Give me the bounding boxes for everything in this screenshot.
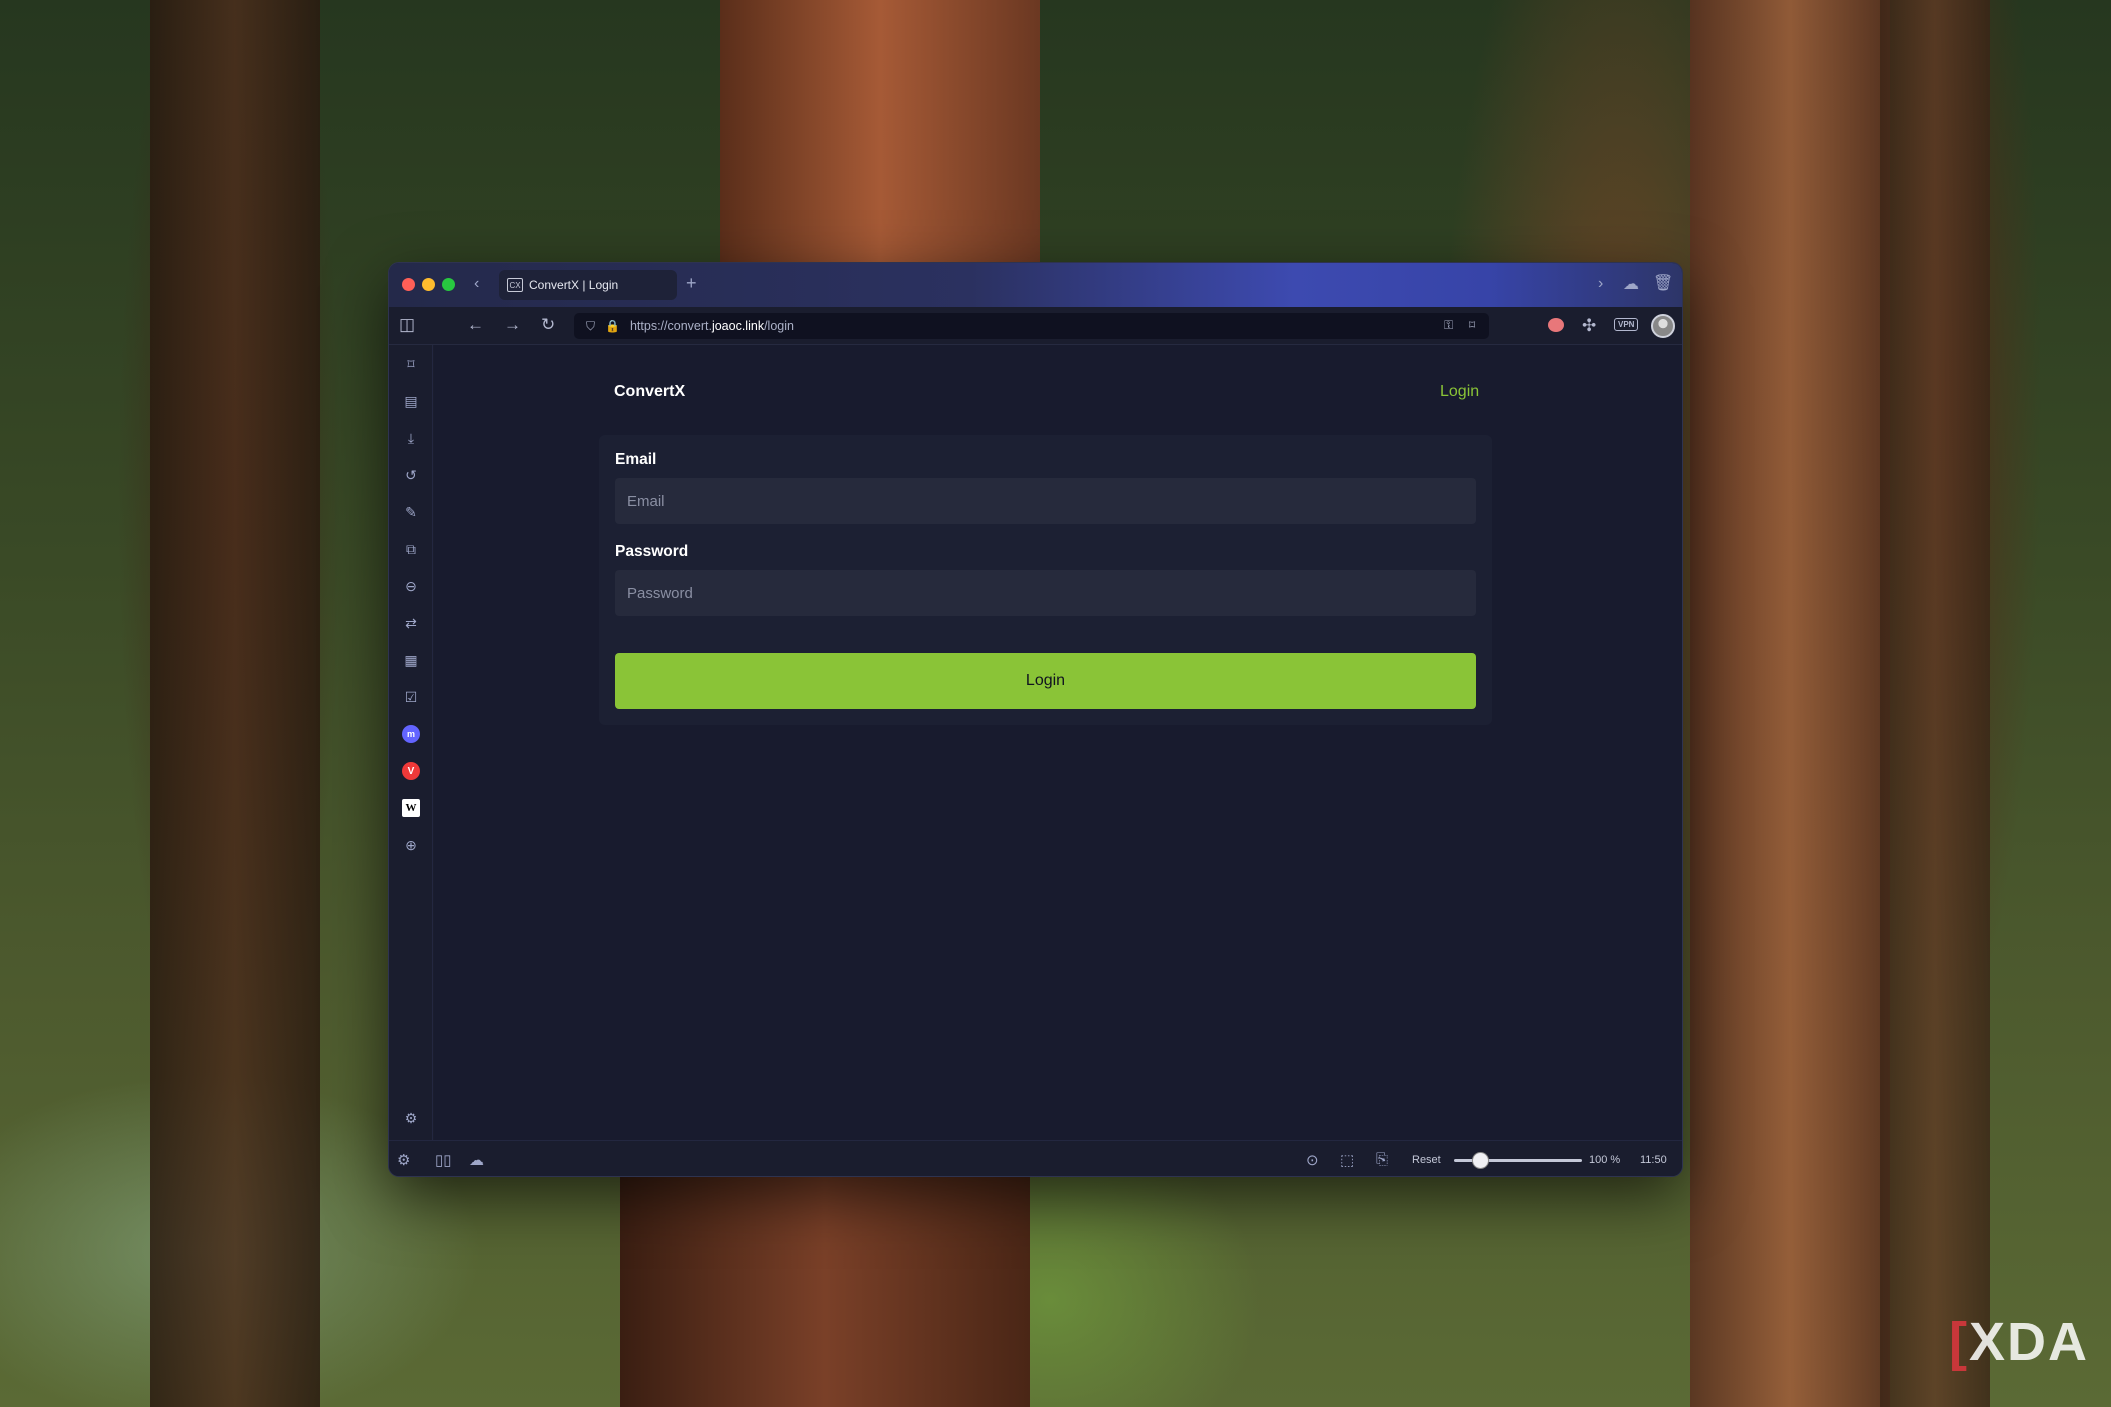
close-window-button[interactable] — [402, 278, 415, 291]
notes-icon[interactable]: ✎ — [402, 503, 420, 521]
chevron-left-icon[interactable]: ‹ — [474, 275, 479, 293]
zoom-window-button[interactable] — [442, 278, 455, 291]
calendar-icon[interactable]: ▦ — [402, 651, 420, 669]
add-panel-icon[interactable]: ⊕ — [402, 836, 420, 854]
reload-icon[interactable]: ↻ — [541, 315, 555, 335]
bookmarks-icon[interactable]: ⌑ — [402, 355, 420, 373]
minimize-window-button[interactable] — [422, 278, 435, 291]
lock-icon: 🔒 — [605, 319, 620, 333]
sync-icon[interactable]: ⇄ — [402, 614, 420, 632]
vpn-button[interactable]: VPN — [1614, 318, 1639, 331]
tree-trunk — [1690, 0, 1890, 1407]
mastodon-icon[interactable]: m — [402, 725, 420, 743]
downloads-icon[interactable]: ⤓ — [402, 429, 420, 447]
tasks-icon[interactable]: ☑ — [402, 688, 420, 706]
login-form: Email Password Login — [599, 435, 1492, 725]
login-button[interactable]: Login — [615, 653, 1476, 709]
settings-gear-icon[interactable]: ⚙ — [402, 1109, 420, 1127]
brain-extension-icon[interactable] — [1548, 318, 1564, 332]
url-text: https://convert.joaoc.link/login — [629, 319, 794, 333]
profile-avatar[interactable] — [1651, 314, 1675, 338]
page-actions-icon[interactable]: ⎘ — [1376, 1151, 1388, 1168]
brand-logo[interactable]: ConvertX — [614, 383, 685, 401]
shield-icon[interactable]: ⛉ — [586, 319, 595, 334]
key-icon[interactable]: ⚿ — [1444, 318, 1453, 333]
tree-trunk — [1880, 0, 1990, 1407]
browser-sidebar: ⌑ ▤ ⤓ ↺ ✎ ⧉ ⊖ ⇄ ▦ ☑ m V W ⊕ ⚙ — [389, 345, 433, 1140]
nav-login-link[interactable]: Login — [1440, 383, 1479, 401]
history-icon[interactable]: ↺ — [402, 466, 420, 484]
password-label: Password — [615, 543, 689, 560]
convertx-favicon-icon: CX — [507, 278, 523, 292]
page-tiling-icon[interactable]: ⬚ — [1340, 1151, 1354, 1169]
settings-gear-icon[interactable]: ⚙ — [397, 1151, 410, 1169]
cloud-icon[interactable]: ☁ — [1623, 274, 1639, 294]
email-field[interactable] — [615, 478, 1476, 524]
back-arrow-icon[interactable]: ← — [467, 315, 484, 335]
translate-icon[interactable]: ⧉ — [402, 540, 420, 558]
sync-cloud-icon[interactable]: ☁ — [469, 1151, 484, 1169]
extensions-puzzle-icon[interactable]: ✣ — [1582, 316, 1596, 336]
email-label: Email — [615, 451, 657, 468]
panel-toggle-icon[interactable]: ◫ — [399, 315, 415, 335]
zoom-level: 100 % — [1589, 1154, 1621, 1166]
reading-list-icon[interactable]: ▤ — [402, 392, 420, 410]
password-field[interactable] — [615, 570, 1476, 616]
chevron-right-icon[interactable]: › — [1598, 275, 1603, 293]
wikipedia-icon[interactable]: W — [402, 799, 420, 817]
new-tab-button[interactable]: + — [686, 273, 697, 294]
bookmark-icon[interactable]: ⌑ — [1469, 318, 1475, 332]
forward-arrow-icon[interactable]: → — [504, 315, 521, 335]
zoom-reset-button[interactable]: Reset — [1412, 1154, 1441, 1166]
status-bar: ⚙ ▯▯ ☁ ⊙ ⬚ ⎘ Reset 100 % 11:50 — [389, 1140, 1682, 1176]
tree-trunk — [620, 1170, 1030, 1407]
tab-title: ConvertX | Login — [529, 278, 619, 292]
clock: 11:50 — [1640, 1154, 1667, 1166]
page-content: ConvertX Login Email Password Login — [434, 345, 1682, 1140]
vivaldi-icon[interactable]: V — [402, 762, 420, 780]
address-bar[interactable]: ⛉ 🔒 https://convert.joaoc.link/login ⚿ ⌑ — [574, 313, 1489, 339]
navigation-toolbar: ◫ ← → ↻ ⛉ 🔒 https://convert.joaoc.link/l… — [389, 307, 1682, 345]
zoom-slider-handle[interactable] — [1472, 1152, 1489, 1169]
trash-icon[interactable]: 🗑 — [1653, 273, 1673, 293]
tab-convertx-login[interactable]: CX ConvertX | Login — [499, 270, 677, 300]
title-bar: ‹ CX ConvertX | Login + › ☁ 🗑 — [389, 263, 1682, 307]
capture-icon[interactable]: ⊙ — [1306, 1151, 1319, 1169]
browser-window: ‹ CX ConvertX | Login + › ☁ 🗑 ◫ ← → ↻ ⛉ … — [388, 262, 1683, 1177]
window-icon[interactable]: ⊖ — [402, 577, 420, 595]
xda-watermark: [XDA — [1949, 1312, 2089, 1372]
tree-trunk — [150, 0, 320, 1407]
tree-trunk — [720, 0, 1040, 270]
tile-tabs-icon[interactable]: ▯▯ — [435, 1151, 452, 1169]
